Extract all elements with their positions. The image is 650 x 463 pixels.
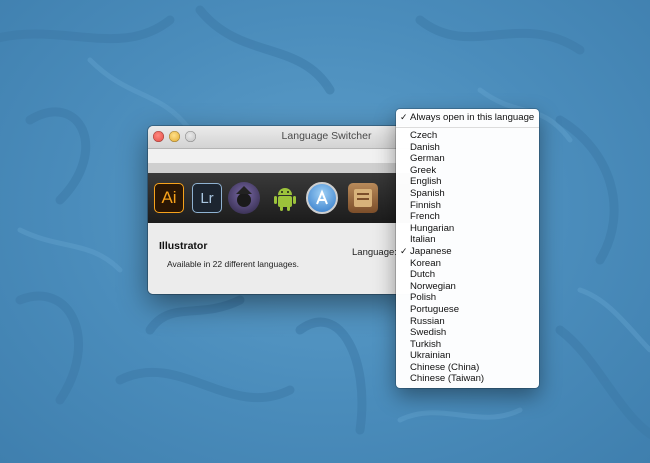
app-description: Available in 22 different languages.	[167, 259, 300, 269]
language-label: Portuguese	[410, 303, 460, 315]
language-label: Korean	[410, 257, 441, 269]
language-label: Polish	[410, 292, 437, 304]
language-label: German	[410, 153, 445, 165]
language-label: Turkish	[410, 338, 442, 350]
android-icon[interactable]	[270, 183, 300, 213]
language-label: Dutch	[410, 269, 436, 281]
toolbar-area	[148, 149, 410, 163]
app-details: Illustrator Available in 22 different la…	[148, 223, 410, 294]
language-dropdown-menu[interactable]: ✓ Always open in this language Czech Dani…	[396, 109, 539, 388]
language-menu-item[interactable]: Ukrainian	[396, 350, 539, 362]
lightroom-icon[interactable]: Lr	[192, 183, 222, 213]
language-label: Ukrainian	[410, 350, 451, 362]
language-label: Danish	[410, 141, 440, 153]
language-menu-item[interactable]: Swedish	[396, 327, 539, 339]
app-store-icon[interactable]	[306, 182, 338, 214]
language-label: Japanese	[410, 245, 452, 257]
menu-separator	[396, 127, 539, 128]
language-menu-item[interactable]: Russian	[396, 316, 539, 328]
language-label: Chinese (Taiwan)	[410, 373, 485, 385]
always-open-menu-item[interactable]: ✓ Always open in this language	[396, 109, 539, 125]
language-label: Swedish	[410, 327, 447, 339]
language-menu-item[interactable]: Czech	[396, 130, 539, 142]
language-menu-item[interactable]: Dutch	[396, 269, 539, 281]
language-menu-item[interactable]: Portuguese	[396, 304, 539, 316]
language-label: Language:	[352, 247, 397, 258]
language-menu-item[interactable]: Korean	[396, 258, 539, 270]
language-menu-item[interactable]: English	[396, 176, 539, 188]
language-menu-item[interactable]: German	[396, 153, 539, 165]
alfred-icon[interactable]	[228, 182, 260, 214]
language-label: Russian	[410, 315, 445, 327]
app-name: Illustrator	[159, 240, 208, 252]
language-label: Norwegian	[410, 280, 456, 292]
checkmark-icon: ✓	[400, 245, 408, 256]
books-icon[interactable]	[348, 183, 378, 213]
language-menu-item[interactable]: Polish	[396, 292, 539, 304]
language-label: French	[410, 211, 440, 223]
title-bar[interactable]: Language Switcher	[148, 126, 410, 149]
language-menu-item[interactable]: Italian	[396, 234, 539, 246]
language-menu-item[interactable]: Chinese (China)	[396, 362, 539, 374]
language-switcher-window: Language Switcher Ai Lr Illustrator Avai…	[148, 126, 410, 294]
language-list: Czech Danish German Greek English Spanish Finn…	[396, 130, 539, 385]
language-menu-item[interactable]: French	[396, 211, 539, 223]
language-label: Finnish	[410, 199, 441, 211]
language-menu-item[interactable]: Hungarian	[396, 223, 539, 235]
language-label: Spanish	[410, 187, 445, 199]
language-menu-item[interactable]: Norwegian	[396, 281, 539, 293]
language-label: Chinese (China)	[410, 361, 480, 373]
language-label: English	[410, 176, 442, 188]
checkmark-icon: ✓	[400, 112, 408, 122]
language-menu-item[interactable]: Greek	[396, 165, 539, 177]
always-open-label: Always open in this language	[410, 112, 535, 123]
language-menu-item[interactable]: Danish	[396, 142, 539, 154]
language-menu-item[interactable]: Turkish	[396, 339, 539, 351]
language-menu-item[interactable]: Finnish	[396, 200, 539, 212]
toolbar-divider	[148, 163, 410, 173]
language-menu-item[interactable]: ✓ Japanese	[396, 246, 539, 258]
language-menu-item[interactable]: Chinese (Taiwan)	[396, 373, 539, 385]
window-title: Language Switcher	[281, 130, 372, 142]
language-label: Hungarian	[410, 222, 455, 234]
language-label: Greek	[410, 164, 437, 176]
app-icon-strip: Ai Lr	[148, 173, 410, 223]
illustrator-icon[interactable]: Ai	[154, 183, 184, 213]
language-label: Czech	[410, 130, 438, 141]
language-menu-item[interactable]: Spanish	[396, 188, 539, 200]
language-label: Italian	[410, 234, 436, 246]
